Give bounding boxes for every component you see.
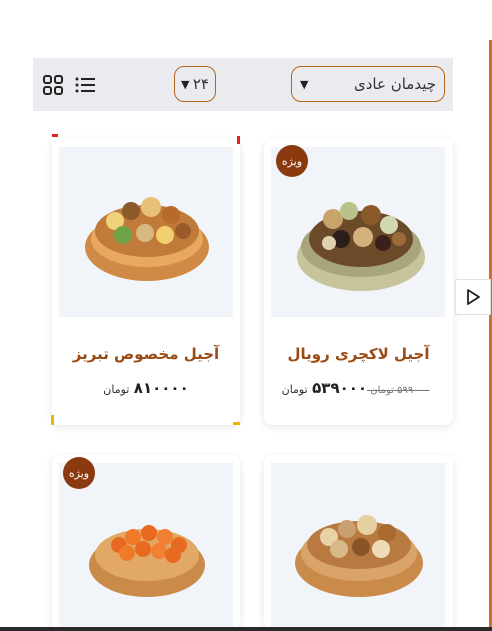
old-price: ۵۹۹۰۰۰ تومان (370, 385, 430, 396)
product-title[interactable]: آجیل لاکچری رویال (264, 345, 453, 363)
sort-select[interactable]: ▼ چیدمان عادی (291, 66, 445, 102)
shop-toolbar: ▼ ۲۴ ▼ چیدمان عادی (33, 58, 453, 111)
product-card[interactable]: ویژه (52, 455, 240, 631)
product-card[interactable] (264, 455, 453, 631)
currency: تومان (281, 383, 308, 396)
sort-value: چیدمان عادی (353, 75, 436, 93)
special-badge: ویژه (63, 457, 95, 489)
per-page-value: ۲۴ (192, 75, 209, 93)
grid-icon[interactable] (43, 75, 63, 95)
side-next-button[interactable] (455, 279, 491, 315)
product-image[interactable] (59, 463, 233, 631)
product-price: ۵۹۹۰۰۰ تومان ۵۳۹۰۰۰ تومان (264, 379, 453, 397)
bottom-bar (0, 627, 492, 631)
corner-marker (233, 422, 240, 425)
current-price: ۵۳۹۰۰۰ (312, 379, 368, 397)
current-price: ۸۱۰۰۰۰ (133, 379, 189, 397)
product-card[interactable]: ویژه آجیل لاکچری رویال ۵۹۹۰۰۰ تومان ۵۳۹۰… (264, 139, 453, 425)
chevron-down-icon: ▼ (181, 77, 190, 91)
product-card[interactable]: آجیل مخصوص تبریز ۸۱۰۰۰۰ تومان (52, 139, 240, 425)
product-price: ۸۱۰۰۰۰ تومان (52, 379, 240, 397)
play-triangle-icon (467, 289, 480, 305)
corner-marker (51, 415, 54, 425)
list-icon[interactable] (75, 76, 95, 94)
corner-marker (237, 136, 240, 144)
product-image[interactable] (59, 147, 233, 317)
currency: تومان (103, 383, 130, 396)
product-image[interactable] (271, 463, 445, 631)
per-page-select[interactable]: ▼ ۲۴ (174, 66, 216, 102)
special-badge: ویژه (276, 145, 308, 177)
chevron-down-icon: ▼ (300, 77, 309, 91)
product-title[interactable]: آجیل مخصوص تبریز (52, 345, 240, 363)
corner-marker (52, 134, 58, 137)
